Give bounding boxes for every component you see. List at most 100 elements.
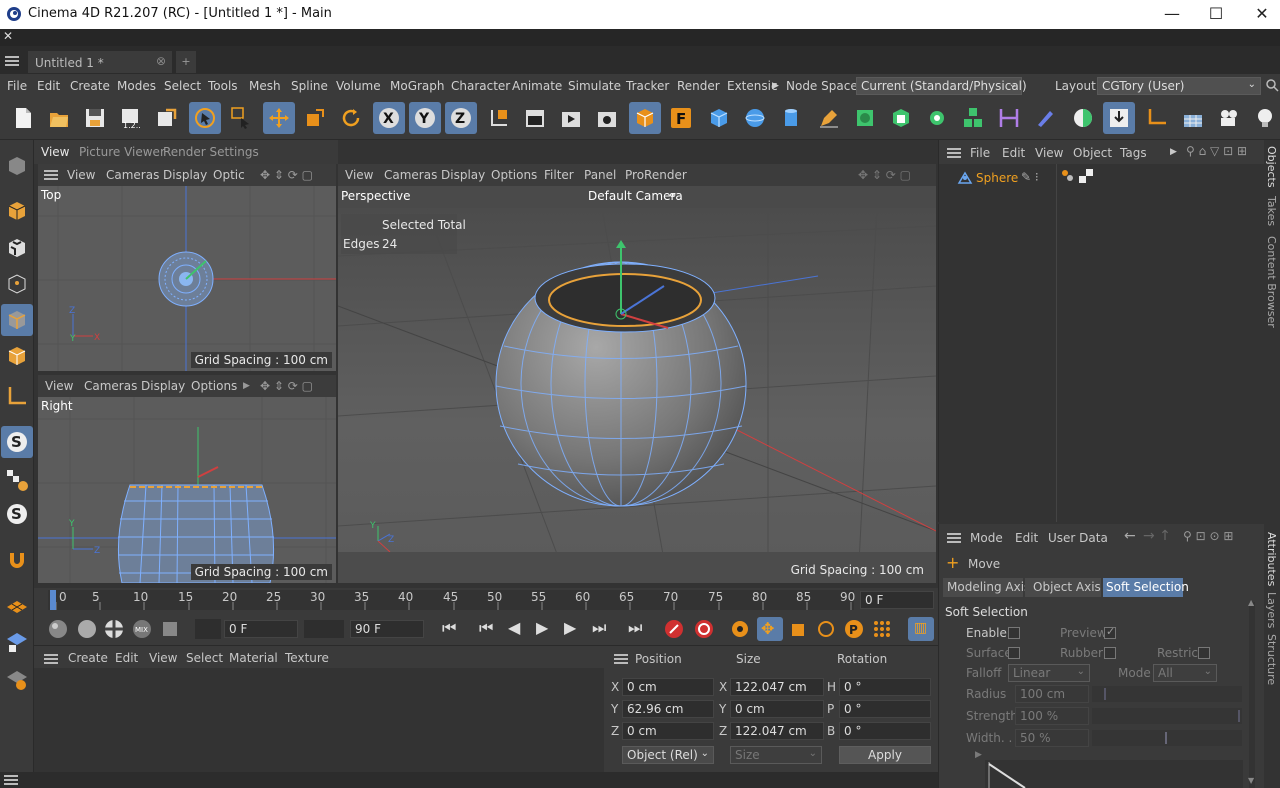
position-y-field[interactable]: 62.96 cm xyxy=(622,700,714,718)
menu-edit[interactable]: Edit xyxy=(115,651,138,665)
object-name-sphere[interactable]: Sphere xyxy=(976,171,1018,185)
save-incremental-button[interactable]: 1.2.. xyxy=(115,102,147,134)
deformer-button[interactable] xyxy=(993,102,1025,134)
width-slider[interactable] xyxy=(1092,730,1242,746)
radius-slider[interactable] xyxy=(1092,686,1242,702)
position-x-field[interactable]: 0 cm xyxy=(622,678,714,696)
rotation-b-field[interactable]: 0 ° xyxy=(839,722,931,740)
perspective-viewport[interactable]: YZX Perspective Default Camera ⚭ Selecte… xyxy=(338,186,936,583)
menu-mode[interactable]: Mode xyxy=(970,531,1003,545)
menu-edit[interactable]: Edit xyxy=(37,79,60,93)
quantize-button[interactable] xyxy=(1,664,33,696)
strength-field[interactable]: 100 % xyxy=(1015,707,1089,725)
key-rotation-icon[interactable] xyxy=(816,619,836,639)
menu-options[interactable]: Options xyxy=(491,168,537,182)
width-field[interactable]: 50 % xyxy=(1015,729,1089,747)
field-button[interactable] xyxy=(1029,102,1061,134)
key-parameter-icon[interactable]: P xyxy=(844,619,864,639)
previous-key-icon[interactable]: ⏮ xyxy=(479,618,493,638)
hamburger-icon[interactable] xyxy=(5,56,19,66)
hamburger-icon[interactable] xyxy=(44,170,58,180)
model-mode-button[interactable] xyxy=(1,195,33,227)
top-viewport[interactable]: Z Y X Top Grid Spacing : 100 cm xyxy=(38,186,336,371)
rectangle-selection-button[interactable] xyxy=(224,102,256,134)
menu-options[interactable]: Optic xyxy=(213,168,245,182)
points-mode-button[interactable] xyxy=(1,268,33,300)
menu-select[interactable]: Select xyxy=(164,79,201,93)
menu-select[interactable]: Select xyxy=(186,651,223,665)
environment-button[interactable] xyxy=(1067,102,1099,134)
menu-cameras[interactable]: Cameras xyxy=(84,379,137,393)
timeline-window-button[interactable]: ▥ xyxy=(908,617,934,641)
current-frame-field[interactable]: 0 F xyxy=(860,591,934,609)
floor-button[interactable] xyxy=(1103,102,1135,134)
hamburger-icon[interactable] xyxy=(44,654,58,664)
position-z-field[interactable]: 0 cm xyxy=(622,722,714,740)
add-tab-button[interactable]: + xyxy=(176,51,196,73)
menu-spline[interactable]: Spline xyxy=(291,79,328,93)
menu-object[interactable]: Object xyxy=(1073,146,1112,160)
menu-cameras[interactable]: Cameras xyxy=(384,168,437,182)
snap-toggle-button[interactable]: S xyxy=(1,426,33,458)
light-button[interactable] xyxy=(1249,102,1280,134)
menu-extensions[interactable]: Extensic xyxy=(727,79,778,93)
frame-range-slider[interactable] xyxy=(304,620,344,638)
render-to-picture-viewer-button[interactable] xyxy=(555,102,587,134)
background-button[interactable] xyxy=(1177,102,1209,134)
more-arrow-icon[interactable]: ▶ xyxy=(1170,147,1177,157)
material-layer-icon[interactable] xyxy=(160,619,180,639)
menu-render[interactable]: Render xyxy=(677,79,720,93)
scale-tool-button[interactable] xyxy=(299,102,331,134)
texture-mode-button[interactable] xyxy=(1,232,33,264)
menu-display[interactable]: Display xyxy=(441,168,485,182)
play-icon[interactable]: ▶ xyxy=(536,618,548,637)
menu-volume[interactable]: Volume xyxy=(336,79,381,93)
phong-tag-icon[interactable] xyxy=(1061,169,1075,183)
lock-workplane-button[interactable] xyxy=(1,626,33,658)
menu-view[interactable]: View xyxy=(67,168,95,182)
camera-button[interactable] xyxy=(1213,102,1245,134)
render-view-button[interactable] xyxy=(519,102,551,134)
right-viewport[interactable]: YZ Right Grid Spacing : 100 cm xyxy=(38,397,336,583)
enable-checkbox[interactable] xyxy=(1008,627,1020,639)
mograph-cubes-button[interactable] xyxy=(957,102,989,134)
tab-structure[interactable]: Structure xyxy=(1265,634,1278,685)
open-button[interactable] xyxy=(43,102,75,134)
size-y-field[interactable]: 0 cm xyxy=(730,700,824,718)
menu-character[interactable]: Character xyxy=(451,79,510,93)
timeline-ruler[interactable]: 0 5 10 15 20 25 30 35 40 45 50 55 60 65 … xyxy=(34,588,938,612)
menu-user-data[interactable]: User Data xyxy=(1048,531,1108,545)
cylinder-button[interactable] xyxy=(775,102,807,134)
motion-recording-icon[interactable] xyxy=(195,619,221,639)
next-frame-icon[interactable]: ▶ xyxy=(564,618,576,637)
end-frame-field[interactable]: 90 F xyxy=(350,620,424,638)
back-arrow-icon[interactable]: ← xyxy=(1124,528,1136,544)
menu-options[interactable]: Options xyxy=(191,379,237,393)
key-pla-icon[interactable] xyxy=(872,619,892,639)
save-button[interactable] xyxy=(79,102,111,134)
new-document-button[interactable] xyxy=(7,102,39,134)
tab-modeling-axis[interactable]: Modeling Axis xyxy=(943,578,1030,597)
hamburger-icon[interactable] xyxy=(4,775,18,785)
cube-button[interactable] xyxy=(703,102,735,134)
menu-tools[interactable]: Tools xyxy=(208,79,238,93)
tab-object-axis[interactable]: Object Axis xyxy=(1025,578,1101,597)
y-axis-lock-button[interactable]: Y xyxy=(409,102,441,134)
go-to-start-icon[interactable]: ⏮ xyxy=(442,618,456,638)
tab-layers[interactable]: Layers xyxy=(1265,592,1278,628)
material-checker-icon[interactable] xyxy=(104,619,124,639)
close-button[interactable]: ✕ xyxy=(1250,4,1274,24)
x-axis-lock-button[interactable]: X xyxy=(373,102,405,134)
size-mode-dropdown[interactable]: Size ⌄ xyxy=(730,746,822,764)
workplane-snap-button[interactable]: S xyxy=(1,498,33,530)
rotation-h-field[interactable]: 0 ° xyxy=(839,678,931,696)
attribute-scrollbar[interactable]: ▲ ▼ xyxy=(1248,598,1255,788)
tab-view[interactable]: View xyxy=(41,145,69,159)
checker-tag-icon[interactable] xyxy=(1079,169,1093,183)
mode-dropdown[interactable]: All ⌄ xyxy=(1153,664,1217,682)
falloff-curve-graph[interactable] xyxy=(985,760,1243,788)
tab-picture-viewer[interactable]: Picture Viewer xyxy=(79,145,165,159)
minimize-button[interactable]: — xyxy=(1160,4,1184,24)
tab-attributes[interactable]: Attributes xyxy=(1265,532,1278,586)
menu-edit[interactable]: Edit xyxy=(1002,146,1025,160)
